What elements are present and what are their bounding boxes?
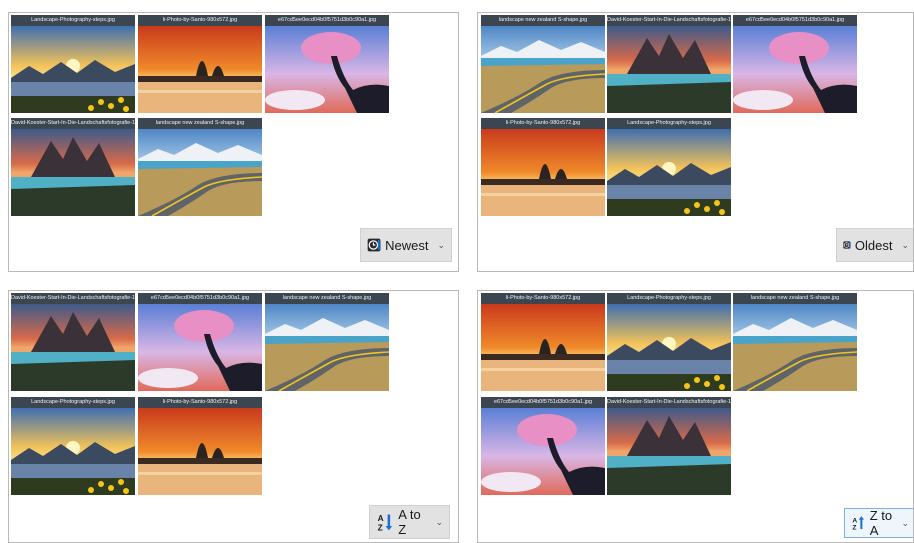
thumbnail-caption: landscape new zealand S-shape.jpg (138, 118, 262, 129)
sort-label: A to Z (398, 507, 421, 537)
thumbnail-caption: li-Photo-by-Santo-980x572.jpg (481, 118, 605, 129)
svg-text:Z: Z (378, 522, 383, 532)
svg-text:A: A (852, 517, 857, 524)
image-thumbnail[interactable]: David-Koester-Start-In-Die-Landschaftsfo… (11, 118, 135, 216)
thumbnail-caption: e67cd5ee0ecd04b0f5751d3b0c90a1.jpg (733, 15, 857, 26)
thumbnail-image (138, 26, 262, 113)
thumbnail-image (607, 129, 731, 216)
thumbnail-image (138, 304, 262, 391)
thumbnail-image (481, 129, 605, 216)
image-thumbnail[interactable]: li-Photo-by-Santo-980x572.jpg (481, 118, 605, 216)
thumbnail-image (11, 408, 135, 495)
thumbnail-image (265, 304, 389, 391)
thumbnail-image (138, 129, 262, 216)
image-thumbnail[interactable]: David-Koester-Start-In-Die-Landschaftsfo… (607, 15, 731, 113)
sort-label: Z to A (869, 508, 893, 538)
sort-dropdown-button[interactable]: Oldest ⌄ (836, 228, 913, 262)
alpha-sort-icon: A Z (852, 516, 865, 532)
thumbnail-image (481, 408, 605, 495)
image-thumbnail[interactable]: e67cd5ee0ecd04b0f5751d3b0c90a1.jpg (733, 15, 857, 113)
image-thumbnail[interactable]: e67cd5ee0ecd04b0f5751d3b0c90a1.jpg (481, 397, 605, 495)
thumbnail-caption: Landscape-Photography-steps.jpg (607, 293, 731, 304)
sort-label: Oldest (854, 237, 893, 253)
thumbnail-image (733, 304, 857, 391)
thumbnail-caption: David-Koester-Start-In-Die-Landschaftsfo… (607, 397, 731, 408)
thumbnail-caption: David-Koester-Start-In-Die-Landschaftsfo… (11, 118, 135, 129)
thumbnail-caption: Landscape-Photography-steps.jpg (11, 397, 135, 408)
chevron-down-icon: ⌄ (901, 239, 909, 250)
thumbnail-image (265, 26, 389, 113)
thumbnail-caption: Landscape-Photography-steps.jpg (607, 118, 731, 129)
chevron-down-icon: ⌄ (901, 517, 909, 528)
image-thumbnail[interactable]: David-Koester-Start-In-Die-Landschaftsfo… (607, 397, 731, 495)
gallery-panel-oldest: landscape new zealand S-shape.jpg David-… (477, 12, 914, 272)
sort-label: Newest (385, 237, 429, 253)
thumbnail-image (11, 129, 135, 216)
thumbnail-caption: David-Koester-Start-In-Die-Landschaftsfo… (607, 15, 731, 26)
thumbnail-image (733, 26, 857, 113)
gallery-panel-ztoa: li-Photo-by-Santo-980x572.jpg Landscape-… (477, 290, 914, 543)
thumbnail-caption: landscape new zealand S-shape.jpg (265, 293, 389, 304)
image-thumbnail[interactable]: Landscape-Photography-steps.jpg (11, 15, 135, 113)
image-thumbnail[interactable]: landscape new zealand S-shape.jpg (733, 293, 857, 391)
sort-dropdown-button[interactable]: A Z A to Z ⌄ (369, 505, 450, 539)
alpha-sort-icon: A Z (378, 513, 393, 532)
thumbnail-caption: e67cd5ee0ecd04b0f5751d3b0c90a1.jpg (265, 15, 389, 26)
thumbnail-image (11, 304, 135, 391)
thumbnail-caption: e67cd5ee0ecd04b0f5751d3b0c90a1.jpg (481, 397, 605, 408)
thumbnail-image (607, 26, 731, 113)
image-thumbnail[interactable]: e67cd5ee0ecd04b0f5751d3b0c90a1.jpg (138, 293, 262, 391)
thumbnail-image (481, 304, 605, 391)
thumbnail-caption: David-Koester-Start-In-Die-Landschaftsfo… (11, 293, 135, 304)
image-thumbnail[interactable]: David-Koester-Start-In-Die-Landschaftsfo… (11, 293, 135, 391)
sort-dropdown-button[interactable]: A Z Z to A ⌄ (844, 508, 913, 538)
image-thumbnail[interactable]: li-Photo-by-Santo-980x572.jpg (138, 397, 262, 495)
clock-sort-icon (367, 238, 381, 252)
thumbnail-caption: li-Photo-by-Santo-980x572.jpg (138, 15, 262, 26)
thumbnail-caption: landscape new zealand S-shape.jpg (733, 293, 857, 304)
image-thumbnail[interactable]: Landscape-Photography-steps.jpg (607, 118, 731, 216)
thumbnail-caption: li-Photo-by-Santo-980x572.jpg (481, 293, 605, 304)
image-thumbnail[interactable]: Landscape-Photography-steps.jpg (11, 397, 135, 495)
thumbnail-caption: landscape new zealand S-shape.jpg (481, 15, 605, 26)
image-thumbnail[interactable]: li-Photo-by-Santo-980x572.jpg (138, 15, 262, 113)
thumbnail-caption: Landscape-Photography-steps.jpg (11, 15, 135, 26)
thumbnail-caption: e67cd5ee0ecd04b0f5751d3b0c90a1.jpg (138, 293, 262, 304)
thumbnail-image (607, 408, 731, 495)
image-thumbnail[interactable]: landscape new zealand S-shape.jpg (265, 293, 389, 391)
chevron-down-icon: ⌄ (437, 239, 445, 250)
gallery-panel-newest: Landscape-Photography-steps.jpg li-Photo… (8, 12, 459, 272)
image-thumbnail[interactable]: landscape new zealand S-shape.jpg (138, 118, 262, 216)
image-thumbnail[interactable]: li-Photo-by-Santo-980x572.jpg (481, 293, 605, 391)
thumbnail-image (138, 408, 262, 495)
image-thumbnail[interactable]: landscape new zealand S-shape.jpg (481, 15, 605, 113)
svg-text:Z: Z (852, 525, 856, 532)
thumbnail-caption: li-Photo-by-Santo-980x572.jpg (138, 397, 262, 408)
gallery-panel-atoz: David-Koester-Start-In-Die-Landschaftsfo… (8, 290, 459, 543)
sort-dropdown-button[interactable]: Newest ⌄ (360, 228, 452, 262)
thumbnail-image (481, 26, 605, 113)
clock-sort-icon (843, 241, 851, 249)
thumbnail-image (607, 304, 731, 391)
chevron-down-icon: ⌄ (435, 516, 443, 527)
image-thumbnail[interactable]: e67cd5ee0ecd04b0f5751d3b0c90a1.jpg (265, 15, 389, 113)
image-thumbnail[interactable]: Landscape-Photography-steps.jpg (607, 293, 731, 391)
thumbnail-image (11, 26, 135, 113)
